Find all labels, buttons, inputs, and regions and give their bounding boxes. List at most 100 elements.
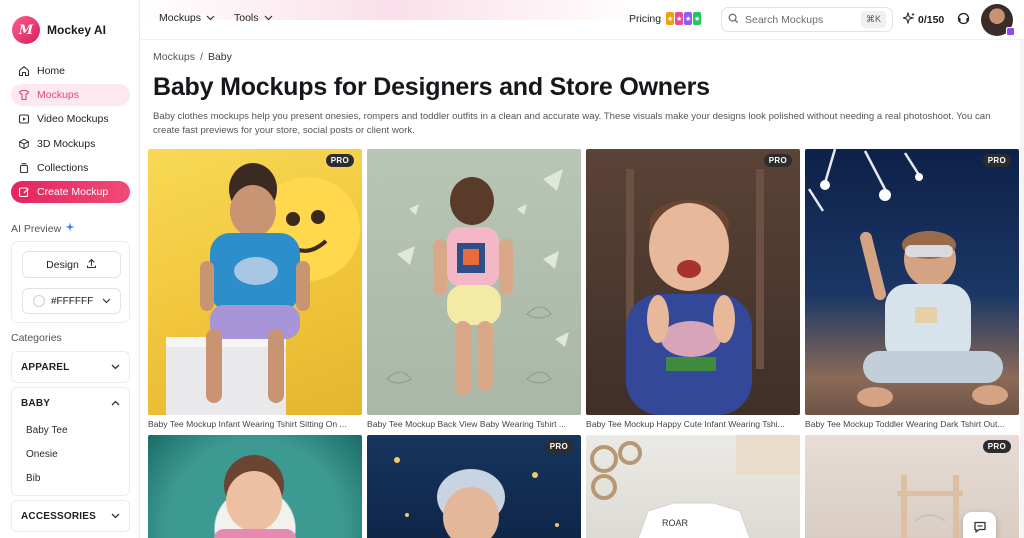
mockup-thumbnail[interactable]: ROAR bbox=[586, 435, 800, 538]
sidebar-item-label: Home bbox=[37, 65, 66, 77]
categories-heading: Categories bbox=[11, 332, 62, 344]
chat-icon bbox=[973, 520, 987, 537]
subcategory-onesie[interactable]: Onesie bbox=[12, 442, 129, 466]
mockup-card[interactable]: ROAR bbox=[586, 435, 800, 538]
mockup-thumbnail[interactable]: PRO bbox=[148, 149, 362, 415]
shirt-print-text: ROAR bbox=[662, 518, 689, 528]
breadcrumb: Mockups / Baby bbox=[153, 51, 232, 63]
credits-value: 0/150 bbox=[918, 13, 945, 26]
logo-mark-icon: M bbox=[12, 16, 40, 44]
chat-widget-button[interactable] bbox=[963, 512, 996, 538]
chevron-down-icon bbox=[102, 296, 111, 307]
plan-badge-icon: ★ bbox=[693, 12, 702, 25]
chevron-up-icon bbox=[111, 398, 120, 409]
sparkle-icon bbox=[65, 222, 75, 235]
mockup-caption: Baby Tee Mockup Toddler Wearing Dark Tsh… bbox=[805, 419, 1005, 429]
mockup-thumbnail[interactable] bbox=[367, 149, 581, 415]
mockup-image-baby-portrait bbox=[214, 455, 296, 538]
breadcrumb-current: Baby bbox=[207, 51, 232, 63]
mockup-card[interactable]: PRO bbox=[367, 435, 581, 538]
plan-badge-icon: ★ bbox=[666, 12, 675, 25]
category-baby[interactable]: BABY Baby Tee Onesie Bib bbox=[11, 387, 130, 496]
tools-menu[interactable]: Tools bbox=[234, 12, 273, 24]
home-icon bbox=[18, 65, 30, 77]
plan-badge-icon: ★ bbox=[675, 12, 684, 25]
pricing-link[interactable]: Pricing ★ ★ ★ ★ bbox=[629, 12, 702, 25]
pro-badge: PRO bbox=[982, 440, 1011, 453]
mockup-card[interactable]: Baby Tee Mockup Back View Baby Wearing T… bbox=[367, 149, 581, 429]
ai-preview-label: AI Preview bbox=[11, 222, 62, 235]
category-header[interactable]: BABY bbox=[12, 388, 129, 418]
mockup-image-baby-sitting bbox=[166, 163, 360, 415]
category-accessories[interactable]: ACCESSORIES bbox=[11, 500, 130, 532]
category-header[interactable]: ACCESSORIES bbox=[12, 501, 129, 531]
pro-badge: PRO bbox=[982, 154, 1011, 167]
breadcrumb-root[interactable]: Mockups bbox=[153, 51, 195, 63]
category-label: APPAREL bbox=[21, 361, 70, 373]
category-label: BABY bbox=[21, 397, 51, 409]
sidebar-item-collections[interactable]: Collections bbox=[11, 157, 130, 179]
color-swatch bbox=[33, 295, 45, 307]
mockup-thumbnail[interactable]: PRO bbox=[805, 149, 1019, 415]
mockup-caption: Baby Tee Mockup Back View Baby Wearing T… bbox=[367, 419, 567, 429]
sidebar-item-label: 3D Mockups bbox=[37, 137, 96, 150]
pro-badge: PRO bbox=[763, 154, 792, 167]
page-scrollbar[interactable] bbox=[1020, 40, 1024, 538]
color-select[interactable]: #FFFFFF bbox=[22, 288, 121, 314]
ai-preview-panel: Design #FFFFFF bbox=[11, 241, 130, 323]
edit-icon bbox=[18, 186, 30, 198]
mockup-card[interactable] bbox=[148, 435, 362, 538]
top-bar: Mockups Tools Pricing ★ ★ ★ ★ Search Moc… bbox=[141, 0, 1024, 40]
pricing-label: Pricing bbox=[629, 12, 662, 25]
sidebar-item-video-mockups[interactable]: Video Mockups bbox=[11, 108, 130, 130]
mockup-card[interactable]: PRO Baby Tee Mockup Toddler Wearing Dark… bbox=[805, 149, 1019, 429]
category-header[interactable]: APPAREL bbox=[12, 352, 129, 382]
search-input[interactable]: Search Mockups bbox=[745, 14, 823, 26]
support-icon[interactable] bbox=[957, 12, 970, 28]
mockups-menu-label: Mockups bbox=[159, 12, 202, 24]
mockup-thumbnail[interactable]: PRO bbox=[367, 435, 581, 538]
credits-counter[interactable]: 0/150 bbox=[901, 11, 945, 27]
page-description: Baby clothes mockups help you present on… bbox=[153, 111, 991, 136]
sidebar-item-home[interactable]: Home bbox=[11, 60, 130, 82]
create-mockup-button[interactable]: Create Mockup bbox=[11, 180, 130, 203]
sidebar-nav: Home Mockups Video Mockups 3D Mockups Co… bbox=[11, 60, 130, 205]
mockup-image-toddler-stars bbox=[807, 149, 1008, 407]
mockup-card[interactable]: PRO Baby Tee Mockup Happy Cute Infant We… bbox=[586, 149, 800, 429]
upload-icon bbox=[86, 258, 97, 272]
brand-name: Mockey AI bbox=[47, 23, 106, 37]
subcategory-bib[interactable]: Bib bbox=[12, 466, 129, 490]
tools-menu-label: Tools bbox=[234, 12, 259, 24]
sparkle-icon bbox=[901, 11, 915, 27]
brand-logo[interactable]: M Mockey AI bbox=[12, 16, 106, 44]
chevron-down-icon bbox=[111, 511, 120, 522]
ai-preview-heading: AI Preview bbox=[11, 222, 75, 235]
pro-badge: PRO bbox=[544, 440, 573, 453]
mockup-card[interactable]: PRO Baby Tee Mockup Infant Wearing Tshir… bbox=[148, 149, 362, 429]
cube-icon bbox=[18, 138, 30, 150]
chevron-down-icon bbox=[111, 362, 120, 373]
pro-badge: PRO bbox=[325, 154, 354, 167]
sidebar: M Mockey AI Home Mockups Video Mockups 3… bbox=[0, 0, 140, 538]
sidebar-item-3d-mockups[interactable]: 3D Mockups bbox=[11, 133, 130, 155]
sidebar-item-mockups[interactable]: Mockups bbox=[11, 84, 130, 107]
category-apparel[interactable]: APPAREL bbox=[11, 351, 130, 383]
mockups-icon bbox=[18, 89, 30, 101]
page-title: Baby Mockups for Designers and Store Own… bbox=[153, 73, 710, 101]
design-upload-button[interactable]: Design bbox=[22, 251, 121, 278]
search-box[interactable]: Search Mockups ⌘K bbox=[721, 7, 893, 32]
mockups-menu[interactable]: Mockups bbox=[159, 12, 215, 24]
sidebar-item-label: Collections bbox=[37, 161, 89, 174]
plan-badge-icon: ★ bbox=[684, 12, 693, 25]
mockup-thumbnail[interactable]: PRO bbox=[586, 149, 800, 415]
chevron-down-icon bbox=[206, 12, 215, 24]
create-mockup-label: Create Mockup bbox=[37, 185, 109, 198]
search-icon bbox=[728, 13, 739, 27]
search-shortcut: ⌘K bbox=[860, 11, 886, 28]
color-value: #FFFFFF bbox=[51, 295, 94, 307]
mockup-caption: Baby Tee Mockup Infant Wearing Tshirt Si… bbox=[148, 419, 347, 429]
breadcrumb-separator: / bbox=[200, 51, 203, 63]
mockup-thumbnail[interactable] bbox=[148, 435, 362, 538]
mockup-caption: Baby Tee Mockup Happy Cute Infant Wearin… bbox=[586, 419, 785, 429]
subcategory-baby-tee[interactable]: Baby Tee bbox=[12, 418, 129, 442]
